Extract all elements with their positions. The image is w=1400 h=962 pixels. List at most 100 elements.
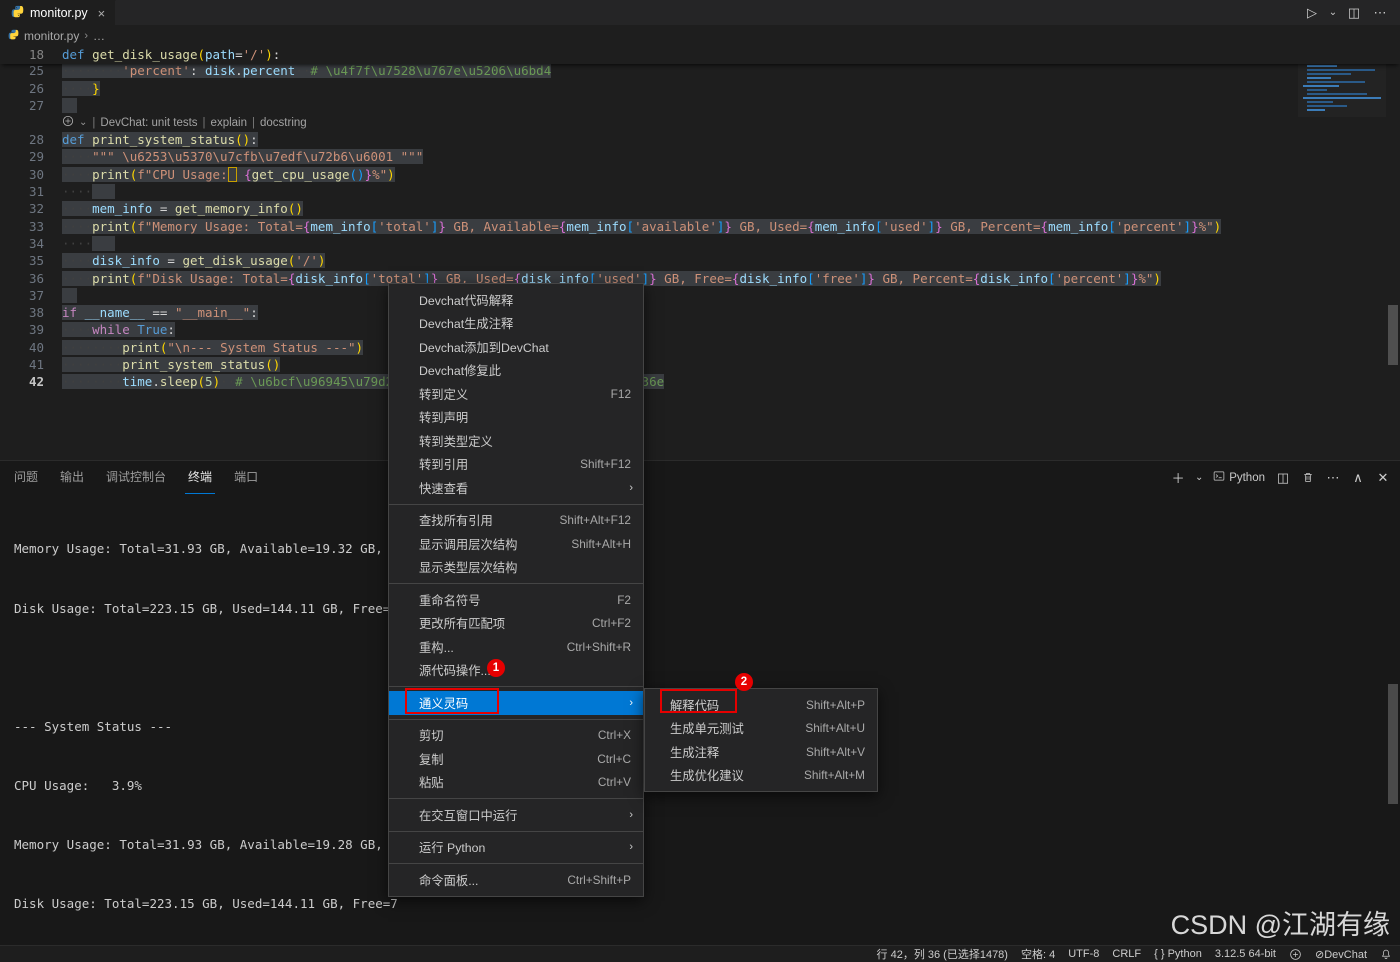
annotation-badge-1: 1 — [487, 659, 505, 677]
menu-item-tongyi-lingma[interactable]: 通义灵码 › — [389, 691, 643, 715]
terminal-scrollbar[interactable] — [1386, 494, 1400, 928]
menu-separator — [389, 503, 643, 505]
breadcrumb-file[interactable]: monitor.py — [24, 29, 79, 43]
menu-item-devchat-explain-code[interactable]: Devchat代码解释 — [389, 288, 643, 312]
status-python-interpreter[interactable]: 3.12.5 64-bit — [1215, 948, 1276, 960]
menu-item-refactor[interactable]: 重构... Ctrl+Shift+R — [389, 635, 643, 659]
maximize-panel-icon[interactable]: ∧ — [1347, 467, 1369, 489]
codelens-unit-tests[interactable]: DevChat: unit tests — [100, 117, 197, 129]
terminal-line: Disk Usage: Total=223.15 GB, Used=144.11… — [14, 600, 398, 616]
menu-item-devchat-fix-this[interactable]: Devchat修复此 — [389, 359, 643, 383]
code-line: 35 ····disk_info = get_disk_usage('/') — [0, 252, 1400, 269]
codelens-docstring[interactable]: docstring — [260, 117, 307, 129]
code-line: 26 ····} — [0, 80, 1400, 97]
line-number: 28 — [28, 132, 44, 148]
run-dropdown-icon[interactable]: ⌄ — [1326, 2, 1340, 24]
kill-terminal-icon[interactable] — [1297, 467, 1319, 489]
submenu-item-generate-unit-test[interactable]: 生成单元测试 Shift+Alt+U — [645, 717, 877, 741]
menu-item-devchat-gen-comment[interactable]: Devchat生成注释 — [389, 312, 643, 336]
menu-item-show-type-hierarchy[interactable]: 显示类型层次结构 — [389, 556, 643, 580]
menu-item-source-action[interactable]: 源代码操作... — [389, 659, 643, 683]
menu-separator — [389, 718, 643, 720]
more-actions-icon[interactable]: ⋯ — [1368, 2, 1392, 24]
scrollbar-thumb[interactable] — [1388, 305, 1398, 365]
split-editor-icon[interactable]: ◫ — [1342, 2, 1366, 24]
submenu-item-explain-code[interactable]: 解释代码 Shift+Alt+P — [645, 693, 877, 717]
code-line: 40 ········print("\n--- System Status --… — [0, 339, 1400, 356]
line-number: 18 — [28, 47, 44, 62]
menu-separator — [389, 583, 643, 584]
submenu-item-generate-comment[interactable]: 生成注释 Shift+Alt+V — [645, 740, 877, 764]
menu-item-show-call-hierarchy[interactable]: 显示调用层次结构 Shift+Alt+H — [389, 532, 643, 556]
menu-item-find-all-references[interactable]: 查找所有引用 Shift+Alt+F12 — [389, 509, 643, 533]
menu-item-go-to-references[interactable]: 转到引用 Shift+F12 — [389, 453, 643, 477]
terminal-profile-python[interactable]: Python — [1209, 467, 1269, 489]
menu-item-devchat-add-to-devchat[interactable]: Devchat添加到DevChat — [389, 335, 643, 359]
submenu-item-generate-optimization[interactable]: 生成优化建议 Shift+Alt+M — [645, 764, 877, 788]
scrollbar-thumb[interactable] — [1388, 684, 1398, 804]
codelens-divider: | — [252, 116, 255, 129]
menu-item-peek[interactable]: 快速查看 › — [389, 476, 643, 500]
menu-item-go-to-declaration[interactable]: 转到声明 — [389, 406, 643, 430]
status-language-mode[interactable]: { } Python — [1154, 948, 1202, 960]
line-number: 37 — [28, 287, 44, 303]
tab-problems[interactable]: 问题 — [14, 461, 38, 494]
tab-terminal[interactable]: 终端 — [185, 461, 216, 494]
menu-item-paste[interactable]: 粘贴 Ctrl+V — [389, 771, 643, 795]
line-number: 35 — [28, 253, 44, 269]
editor-context-menu[interactable]: Devchat代码解释 Devchat生成注释 Devchat添加到DevCha… — [388, 283, 644, 897]
tab-output[interactable]: 输出 — [60, 461, 84, 494]
close-icon[interactable]: × — [98, 6, 106, 21]
status-encoding[interactable]: UTF-8 — [1068, 948, 1099, 960]
code-line: 37 — [0, 287, 1400, 304]
codelens-divider: | — [92, 116, 96, 129]
menu-item-command-palette[interactable]: 命令面板... Ctrl+Shift+P — [389, 868, 643, 892]
chevron-right-icon: › — [629, 841, 633, 854]
devchat-logo-icon[interactable] — [1289, 948, 1302, 961]
status-devchat[interactable]: ⊘DevChat — [1315, 948, 1367, 961]
line-number: 38 — [28, 305, 44, 321]
menu-item-run-python[interactable]: 运行 Python › — [389, 836, 643, 860]
terminal-icon — [1213, 470, 1225, 485]
breadcrumb-symbol[interactable]: … — [93, 29, 105, 43]
menu-item-change-all-occurrences[interactable]: 更改所有匹配项 Ctrl+F2 — [389, 612, 643, 636]
terminal-line: Memory Usage: Total=31.93 GB, Available=… — [14, 541, 398, 557]
new-terminal-icon[interactable]: ＋ — [1167, 467, 1189, 489]
menu-item-go-to-definition[interactable]: 转到定义 F12 — [389, 382, 643, 406]
terminal-line: Memory Usage: Total=31.93 GB, Available=… — [14, 836, 398, 852]
terminal-more-icon[interactable]: ⋯ — [1322, 467, 1344, 489]
menu-item-copy[interactable]: 复制 Ctrl+C — [389, 747, 643, 771]
editor-actions: ▷ ⌄ ◫ ⋯ — [1300, 0, 1400, 25]
devchat-icon[interactable] — [62, 115, 74, 130]
annotation-badge-2: 2 — [735, 673, 753, 691]
code-editor[interactable]: 24 free = round(disk.free / (1024 ** 3))… — [0, 45, 1400, 460]
tab-debug-console[interactable]: 调试控制台 — [106, 461, 166, 494]
editor-tab-monitor-py[interactable]: monitor.py × — [0, 0, 117, 25]
split-terminal-icon[interactable]: ◫ — [1272, 467, 1294, 489]
codelens-explain[interactable]: explain — [211, 117, 247, 129]
editor-scrollbar[interactable] — [1386, 45, 1400, 460]
code-line: 27 — [0, 97, 1400, 114]
status-eol[interactable]: CRLF — [1112, 948, 1141, 960]
tab-ports[interactable]: 端口 — [234, 461, 258, 494]
terminal-dropdown-icon[interactable]: ⌄ — [1192, 467, 1206, 489]
status-editor-position[interactable]: 行 42，列 36 (已选择1478) — [877, 946, 1008, 962]
code-line: 36 ····print(f"Disk Usage: Total={disk_i… — [0, 270, 1400, 287]
menu-item-cut[interactable]: 剪切 Ctrl+X — [389, 724, 643, 748]
line-number: 33 — [28, 218, 44, 234]
menu-item-go-to-type-definition[interactable]: 转到类型定义 — [389, 429, 643, 453]
line-number: 42 — [28, 374, 44, 390]
chevron-down-icon[interactable]: ⌄ — [79, 117, 87, 128]
line-number: 40 — [28, 339, 44, 355]
menu-item-run-in-interactive-window[interactable]: 在交互窗口中运行 › — [389, 803, 643, 827]
tongyi-lingma-submenu[interactable]: 解释代码 Shift+Alt+P 生成单元测试 Shift+Alt+U 生成注释 Sh… — [644, 688, 878, 792]
menu-item-rename-symbol[interactable]: 重命名符号 F2 — [389, 588, 643, 612]
line-number: 34 — [28, 235, 44, 251]
code-line: 38 if __name__ == "__main__": — [0, 304, 1400, 321]
sticky-scroll-header: 18 def get_disk_usage(path='/'): — [0, 45, 1400, 64]
code-line: 41 ········print_system_status() — [0, 356, 1400, 373]
status-indentation[interactable]: 空格: 4 — [1021, 946, 1055, 962]
notifications-bell-icon[interactable] — [1380, 948, 1392, 961]
run-button[interactable]: ▷ — [1300, 2, 1324, 24]
close-panel-icon[interactable]: ✕ — [1372, 467, 1394, 489]
